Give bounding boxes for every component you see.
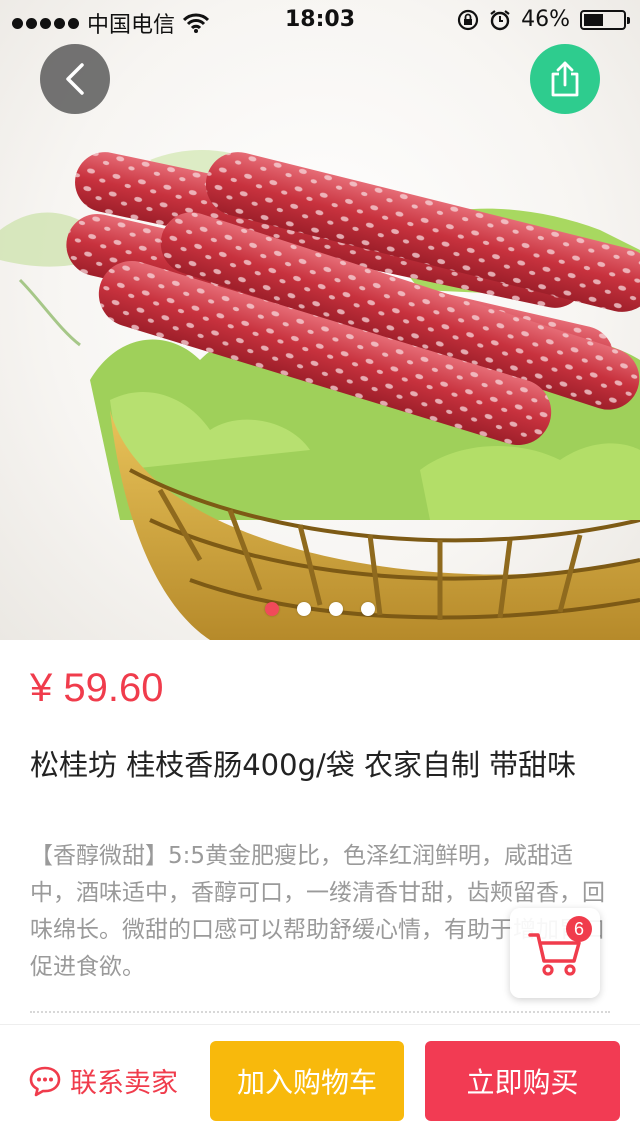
contact-seller-label: 联系卖家 [70,1068,178,1099]
share-icon [551,61,579,97]
share-button[interactable] [530,44,600,114]
rotation-lock-icon [457,9,479,30]
chevron-left-icon [66,63,84,95]
buy-now-button[interactable]: 立即购买 [425,1041,620,1121]
product-price: ¥ 59.60 [30,666,164,710]
divider [30,1011,610,1013]
carousel-dot[interactable] [329,602,343,616]
status-bar: 中国电信 18:03 46% [0,0,640,40]
bottom-action-bar: 联系卖家 加入购物车 立即购买 [0,1024,640,1137]
back-button[interactable] [40,44,110,114]
battery-percent: 46% [521,7,570,32]
product-title: 松桂坊 桂枝香肠400g/袋 农家自制 带甜味 [30,748,577,782]
cart-count-badge: 6 [566,916,592,942]
carousel-dot[interactable] [297,602,311,616]
alarm-icon [490,9,510,30]
floating-cart-button[interactable]: 6 [510,908,600,998]
chat-bubble-icon [29,1066,61,1096]
carousel-dot-active[interactable] [265,602,279,616]
battery-icon [580,9,630,30]
carousel-dot[interactable] [361,602,375,616]
contact-seller-button[interactable]: 联系卖家 [28,1061,178,1100]
add-to-cart-button[interactable]: 加入购物车 [210,1041,404,1121]
carousel-pagination [0,602,640,616]
